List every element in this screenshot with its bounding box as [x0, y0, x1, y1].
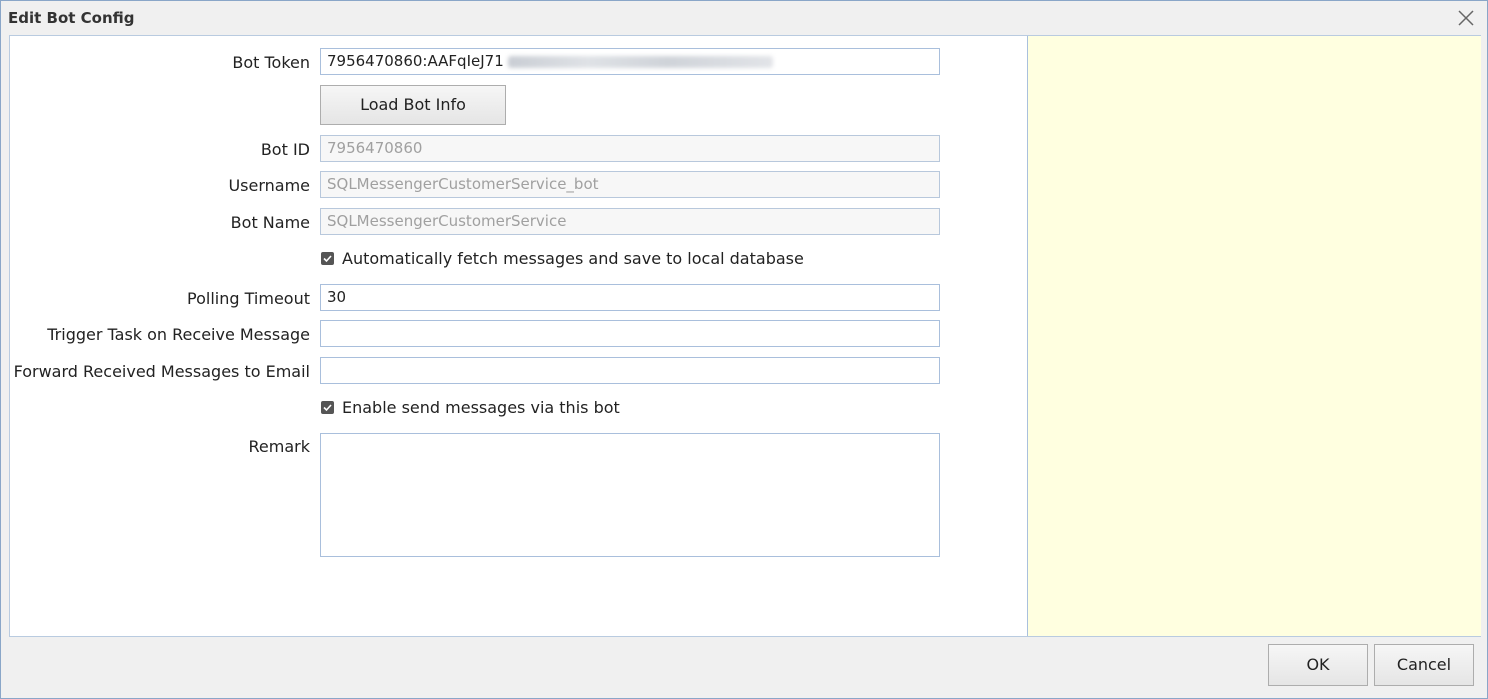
ok-button[interactable]: OK [1268, 644, 1368, 686]
dialog-title: Edit Bot Config [8, 9, 135, 27]
bot-id-label: Bot ID [260, 140, 310, 159]
bot-token-label: Bot Token [232, 53, 310, 72]
config-form: Bot Token 7956470860:AAFqIeJ71 Load Bot … [10, 36, 1026, 636]
trigger-task-label: Trigger Task on Receive Message [47, 325, 310, 344]
redacted-token-blur [507, 55, 773, 68]
dialog-footer: OK Cancel [1, 637, 1487, 698]
username-label: Username [228, 176, 310, 195]
remark-label: Remark [248, 437, 310, 456]
enable-send-checkbox[interactable] [321, 400, 334, 414]
load-bot-info-button[interactable]: Load Bot Info [320, 85, 506, 125]
enable-send-checkbox-row[interactable]: Enable send messages via this bot [321, 397, 620, 417]
title-bar: Edit Bot Config [1, 1, 1487, 35]
bot-info-panel [1027, 36, 1481, 636]
bot-token-value: 7956470860:AAFqIeJ71 [327, 52, 504, 70]
auto-fetch-checkbox-row[interactable]: Automatically fetch messages and save to… [321, 248, 804, 268]
close-icon [1458, 10, 1474, 26]
bot-id-input: 7956470860 [320, 135, 940, 162]
dialog-content: Bot Token 7956470860:AAFqIeJ71 Load Bot … [9, 35, 1481, 637]
auto-fetch-checkbox[interactable] [321, 251, 334, 265]
trigger-task-input[interactable] [320, 320, 940, 347]
bot-token-input[interactable]: 7956470860:AAFqIeJ71 [320, 48, 940, 75]
polling-timeout-label: Polling Timeout [187, 289, 310, 308]
forward-email-label: Forward Received Messages to Email [13, 362, 310, 381]
username-input: SQLMessengerCustomerService_bot [320, 171, 940, 198]
cancel-button[interactable]: Cancel [1374, 644, 1474, 686]
bot-name-label: Bot Name [230, 213, 310, 232]
edit-bot-config-dialog: Edit Bot Config Bot Token 7956470860:AAF… [0, 0, 1488, 699]
checkmark-icon [323, 254, 332, 262]
bot-name-input: SQLMessengerCustomerService [320, 208, 940, 235]
forward-email-input[interactable] [320, 357, 940, 384]
auto-fetch-label: Automatically fetch messages and save to… [342, 248, 804, 268]
remark-textarea[interactable] [320, 433, 940, 557]
close-button[interactable] [1455, 7, 1477, 29]
enable-send-label: Enable send messages via this bot [342, 397, 620, 417]
checkmark-icon [323, 403, 332, 411]
polling-timeout-input[interactable]: 30 [320, 284, 940, 311]
